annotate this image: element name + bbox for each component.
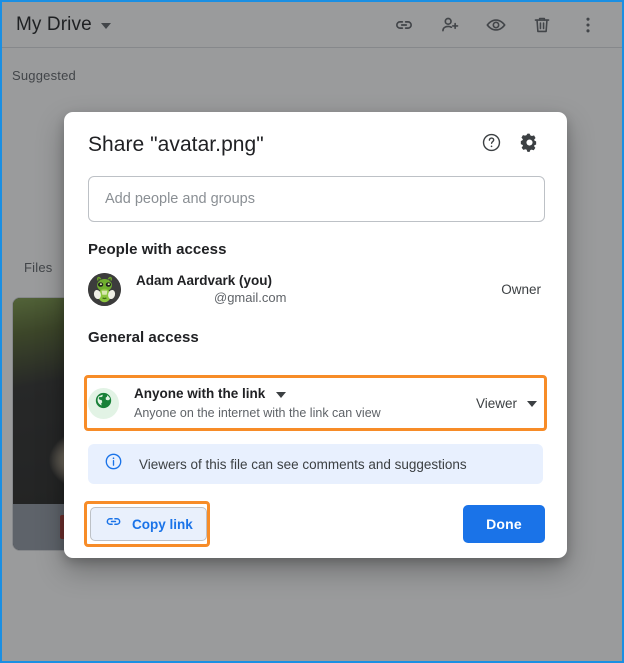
- chevron-down-icon[interactable]: [276, 392, 286, 398]
- settings-button[interactable]: [513, 129, 545, 161]
- role-select-label: Viewer: [476, 396, 517, 411]
- info-circle-icon: [104, 452, 123, 476]
- people-with-access-heading: People with access: [88, 241, 543, 258]
- help-button[interactable]: [475, 129, 507, 161]
- gear-icon: [519, 132, 540, 158]
- avatar: [88, 273, 121, 306]
- person-name: Adam Aardvark (you): [136, 272, 501, 289]
- general-access-heading: General access: [88, 329, 543, 346]
- person-email: @gmail.com: [136, 289, 501, 306]
- add-people-input[interactable]: Add people and groups: [88, 176, 545, 222]
- person-row[interactable]: Adam Aardvark (you) @gmail.com Owner: [88, 268, 545, 310]
- general-access-subtitle: Anyone on the internet with the link can…: [134, 404, 476, 422]
- share-dialog: Share "avatar.png": [64, 112, 567, 558]
- person-text: Adam Aardvark (you) @gmail.com: [136, 272, 501, 306]
- done-label: Done: [486, 516, 522, 532]
- copy-link-button[interactable]: Copy link: [90, 507, 207, 541]
- help-circle-icon: [481, 132, 502, 158]
- chevron-down-icon[interactable]: [527, 401, 537, 407]
- globe-icon: [94, 391, 113, 415]
- general-access-row[interactable]: Anyone with the link Anyone on the inter…: [88, 380, 543, 426]
- general-access-title-line[interactable]: Anyone with the link: [134, 385, 476, 403]
- dialog-title: Share "avatar.png": [88, 133, 469, 157]
- general-access-title: Anyone with the link: [134, 385, 265, 403]
- info-banner: Viewers of this file can see comments an…: [88, 444, 543, 484]
- person-role: Owner: [501, 282, 545, 297]
- add-people-placeholder: Add people and groups: [105, 191, 255, 207]
- screenshot-root: My Drive: [0, 0, 624, 663]
- info-banner-text: Viewers of this file can see comments an…: [139, 457, 467, 472]
- done-button[interactable]: Done: [463, 505, 545, 543]
- general-access-text: Anyone with the link Anyone on the inter…: [134, 385, 476, 422]
- globe-icon-wrapper: [88, 388, 119, 419]
- link-icon: [104, 512, 123, 536]
- role-select-viewer[interactable]: Viewer: [476, 396, 543, 411]
- dialog-header: Share "avatar.png": [64, 112, 567, 156]
- copy-link-label: Copy link: [132, 517, 193, 532]
